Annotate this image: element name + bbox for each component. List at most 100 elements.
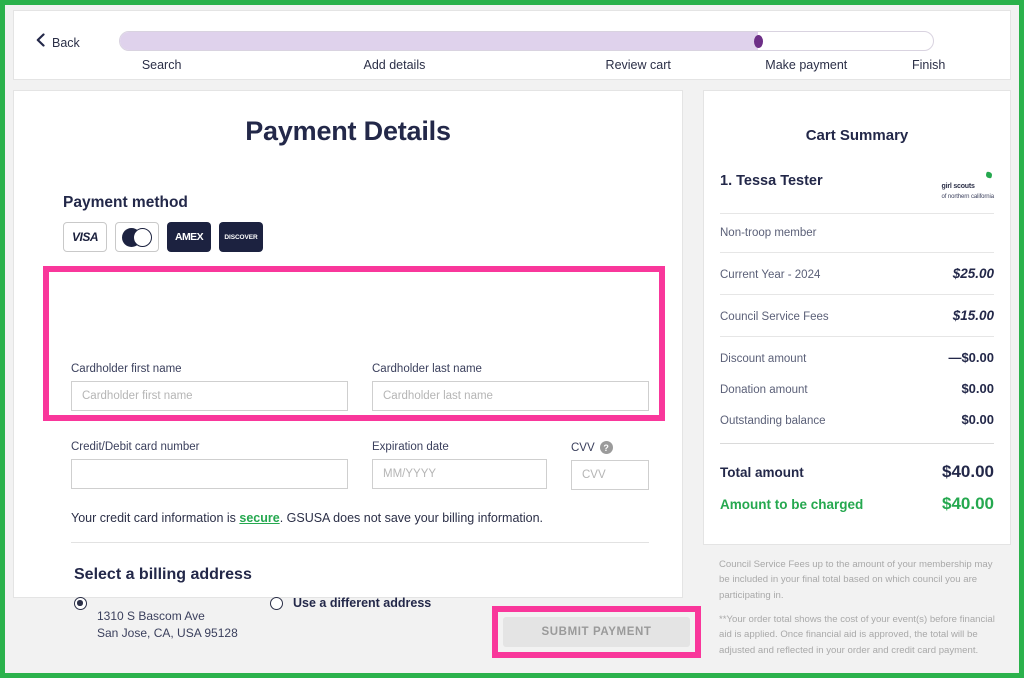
mastercard-circles: [122, 227, 152, 247]
step-label-list: Search Add details Review cart Make payment…: [119, 58, 946, 78]
cvv-group: CVV ?: [571, 441, 649, 490]
cart-summary-panel: Cart Summary 1. Tessa Tester girl scouts…: [703, 90, 1011, 545]
card-number-label: Credit/Debit card number: [71, 441, 200, 453]
address-line-2: San Jose, CA, USA 95128: [97, 626, 238, 641]
step-label-0[interactable]: Search: [142, 58, 182, 72]
adjustment-label: Discount amount: [720, 353, 807, 365]
step-label-3[interactable]: Make payment: [765, 58, 847, 72]
line-item-label: Current Year - 2024: [720, 269, 821, 281]
first-name-group: Cardholder first name: [71, 363, 348, 411]
line-item-value: $25.00: [952, 266, 994, 281]
progress-fill: [120, 32, 759, 50]
cart-adjustment-row: Discount amount —$0.00: [720, 350, 994, 365]
footnote: Council Service Fees up to the amount of…: [719, 559, 993, 601]
cardholder-last-name-input[interactable]: [372, 381, 649, 411]
cart-rule: [720, 294, 994, 295]
secure-note-after: . GSUSA does not save your billing infor…: [279, 511, 544, 525]
footnote: **Your order total shows the cost of you…: [719, 614, 995, 656]
card-number-group: Credit/Debit card number: [71, 441, 348, 489]
radio-different-address[interactable]: [270, 597, 283, 610]
adjustment-value: $0.00: [961, 412, 994, 427]
step-label-1[interactable]: Add details: [364, 58, 426, 72]
secure-link[interactable]: secure: [239, 511, 279, 525]
adjustment-label: Donation amount: [720, 384, 808, 396]
stepper-header: Back Search Add details Review cart Make pa…: [13, 10, 1011, 80]
saved-address-text: 1310 S Bascom Ave San Jose, CA, USA 9512…: [97, 608, 238, 643]
cart-line-item: Current Year - 2024 $25.00: [720, 266, 994, 281]
cart-line-item: Council Service Fees $15.00: [720, 308, 994, 323]
cart-rule: [720, 336, 994, 337]
step-label-2[interactable]: Review cart: [606, 58, 671, 72]
attendee-name: 1. Tessa Tester: [720, 173, 823, 189]
girl-scouts-trefoil-icon: girl scouts of northern california: [941, 171, 995, 200]
chevron-left-icon: [36, 33, 45, 52]
total-amount-value: $40.00: [942, 462, 994, 481]
last-name-group: Cardholder last name: [372, 363, 649, 411]
cart-summary-title: Cart Summary: [805, 127, 909, 144]
cart-adjustments: Discount amount —$0.00 Donation amount $0.0…: [720, 350, 994, 427]
billing-option-saved[interactable]: 1310 S Bascom Ave San Jose, CA, USA 9512…: [74, 596, 238, 643]
total-amount-label: Total amount: [720, 465, 804, 480]
secure-note-before: Your credit card information is: [71, 511, 240, 525]
cart-attendee-row: 1. Tessa Tester girl scouts of northern …: [720, 171, 995, 200]
line-item-label: Council Service Fees: [720, 311, 829, 323]
back-button[interactable]: Back: [36, 33, 80, 52]
progress-track: [119, 31, 934, 51]
total-amount-row: Total amount $40.00: [720, 462, 994, 482]
billing-address-heading: Select a billing address: [74, 566, 252, 583]
adjustment-value: $0.00: [961, 381, 994, 396]
membership-type: Non-troop member: [720, 227, 817, 239]
visa-card-icon: VISA: [63, 222, 107, 252]
adjustment-value: —$0.00: [948, 350, 994, 365]
back-label: Back: [52, 35, 80, 50]
amex-label: AMEX: [175, 231, 204, 243]
discover-label: DISCOVER: [224, 233, 258, 241]
expiration-group: Expiration date: [372, 441, 547, 489]
page-title: Payment Details: [245, 116, 451, 146]
amex-card-icon: AMEX: [167, 222, 211, 252]
cart-summary-body: 1. Tessa Tester girl scouts of northern …: [720, 171, 995, 526]
amount-charged-row: Amount to be charged $40.00: [720, 494, 994, 514]
cardholder-first-name-input[interactable]: [71, 381, 348, 411]
radio-saved-address[interactable]: [74, 597, 87, 610]
amount-charged-value: $40.00: [942, 494, 994, 513]
cart-total-divider: [720, 443, 994, 444]
payment-method-heading: Payment method: [63, 194, 188, 211]
card-number-input[interactable]: [71, 459, 348, 489]
progress-knob[interactable]: [753, 34, 763, 48]
amount-charged-label: Amount to be charged: [720, 497, 864, 512]
question-mark-icon[interactable]: ?: [599, 441, 613, 454]
app-background: Back Search Add details Review cart Make pa…: [5, 5, 1019, 673]
cart-rule: [720, 213, 994, 214]
expiration-label: Expiration date: [372, 441, 449, 453]
gs-logo-sub: of northern california: [941, 194, 995, 200]
line-item-value: $15.00: [952, 308, 994, 323]
section-divider: [71, 542, 649, 543]
payment-details-panel: Payment Details Payment method VISA AMEX…: [13, 90, 683, 640]
step-label-4[interactable]: Finish: [912, 58, 945, 72]
secure-note: Your credit card information is secure. …: [71, 511, 543, 525]
cart-adjustment-row: Outstanding balance $0.00: [720, 412, 994, 427]
first-name-label: Cardholder first name: [71, 363, 182, 375]
visa-label: VISA: [71, 230, 99, 244]
cvv-input[interactable]: [571, 460, 649, 490]
cvv-label: CVV: [571, 441, 595, 454]
adjustment-label: Outstanding balance: [720, 415, 826, 427]
progress-bar[interactable]: [119, 31, 934, 51]
expiration-date-input[interactable]: [372, 459, 547, 489]
cart-footnotes: Council Service Fees up to the amount of…: [719, 557, 1004, 667]
cart-adjustment-row: Donation amount $0.00: [720, 381, 994, 396]
app-frame: Back Search Add details Review cart Make pa…: [0, 0, 1024, 678]
different-address-label: Use a different address: [293, 596, 432, 610]
discover-card-icon: DISCOVER: [219, 222, 263, 252]
cvv-label-row: CVV ?: [571, 441, 649, 454]
billing-option-different[interactable]: Use a different address: [270, 596, 431, 610]
card-brand-list: VISA AMEX DISCOVER: [63, 222, 263, 252]
gs-logo-main: girl scouts: [941, 183, 975, 190]
submit-payment-button[interactable]: SUBMIT PAYMENT: [503, 617, 690, 647]
address-line-1: 1310 S Bascom Ave: [97, 609, 205, 623]
cart-rule: [720, 252, 994, 253]
cart-line-items: Current Year - 2024 $25.00 Council Service…: [720, 266, 994, 337]
last-name-label: Cardholder last name: [372, 363, 482, 375]
mastercard-card-icon: [115, 222, 159, 252]
